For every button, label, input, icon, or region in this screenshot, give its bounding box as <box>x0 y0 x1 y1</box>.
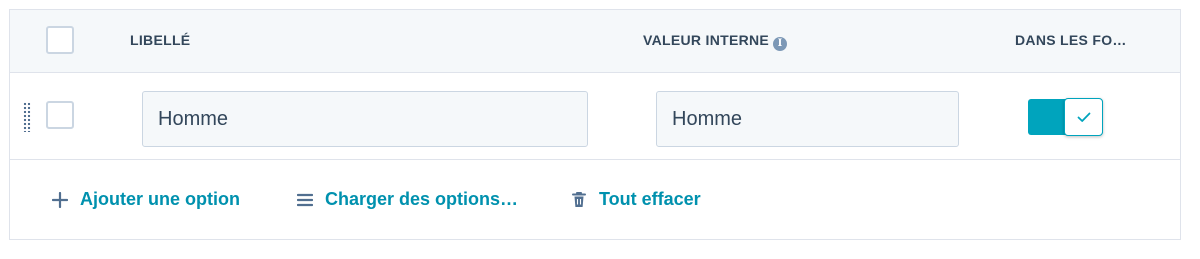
add-option-label: Ajouter une option <box>80 189 240 209</box>
table-header: Libellé Valeur interne i Dans les fo… <box>10 10 1180 73</box>
load-options-label: Charger des options… <box>325 189 519 209</box>
list-icon <box>296 191 314 209</box>
internal-value-column-label: Valeur interne <box>643 32 770 48</box>
clear-all-label: Tout effacer <box>599 189 701 209</box>
table-row <box>10 73 1180 160</box>
select-all-checkbox[interactable] <box>46 26 74 54</box>
checkmark-icon <box>1077 112 1090 122</box>
load-options-button[interactable]: Charger des options… <box>296 189 518 210</box>
internal-value-column-header: Valeur interne i <box>643 32 788 51</box>
drag-handle-icon[interactable] <box>23 102 31 132</box>
info-icon[interactable]: i <box>773 37 788 51</box>
clear-all-button[interactable]: Tout effacer <box>570 189 701 210</box>
plus-icon <box>51 191 69 209</box>
options-table: Libellé Valeur internei Dans les fo… Ajo… <box>9 9 1181 240</box>
label-input[interactable] <box>142 91 588 147</box>
in-forms-column-header: Dans les fo… <box>1015 32 1127 48</box>
add-option-button[interactable]: Ajouter une option <box>51 189 240 210</box>
actions-bar: Ajouter une option Charger des options… … <box>10 160 1180 240</box>
toggle-knob[interactable] <box>1064 98 1103 136</box>
internal-value-input[interactable] <box>656 91 959 147</box>
label-column-header[interactable]: Libellé <box>130 32 190 48</box>
trash-icon <box>570 191 588 209</box>
in-forms-toggle[interactable] <box>1028 98 1103 136</box>
row-checkbox[interactable] <box>46 101 74 129</box>
